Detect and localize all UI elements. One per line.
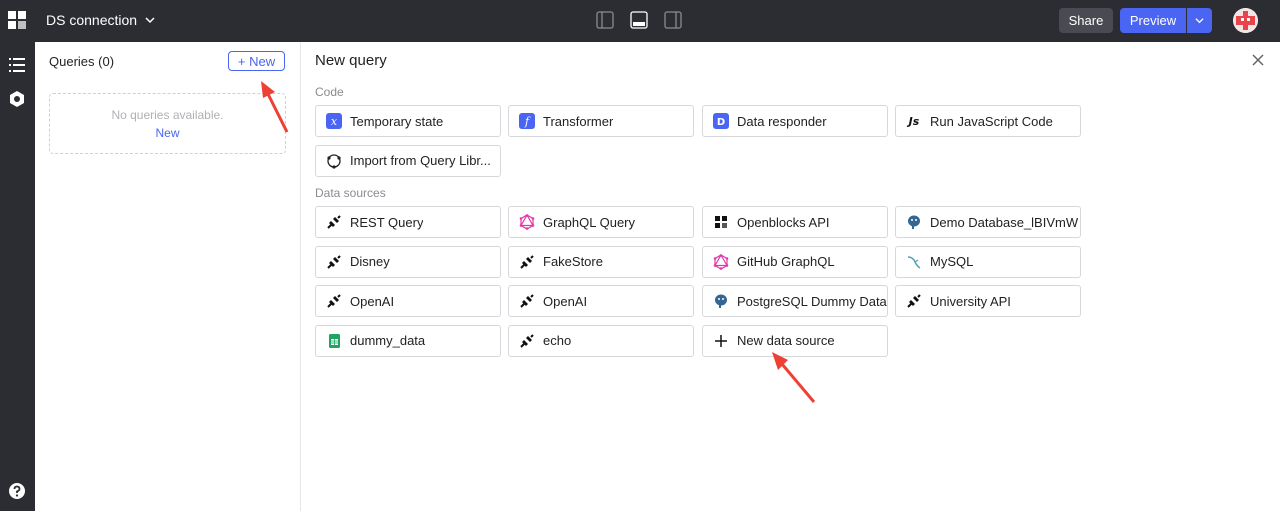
temporary-state-icon: x — [326, 113, 342, 129]
annotation-arrow — [772, 352, 816, 403]
plug-icon — [519, 293, 535, 309]
card-label: GraphQL Query — [543, 214, 636, 230]
graphql-icon — [519, 214, 535, 230]
card-rest-query[interactable]: REST Query — [315, 206, 501, 238]
plug-icon — [326, 254, 342, 270]
data-sources-section-title: Data sources — [315, 186, 386, 200]
card-openblocks-api[interactable]: Openblocks API — [702, 206, 888, 238]
list-icon[interactable] — [8, 56, 26, 74]
queries-title: Queries (0) — [49, 54, 115, 69]
layout-toggles — [596, 11, 682, 29]
empty-new-link[interactable]: New — [50, 126, 285, 140]
svg-text:x: x — [331, 115, 338, 128]
right-panel-icon[interactable] — [664, 11, 682, 29]
card-echo[interactable]: echo — [508, 324, 694, 357]
graphql-icon — [713, 253, 729, 270]
app-title[interactable]: DS connection — [46, 12, 155, 28]
card-label: echo — [543, 333, 572, 348]
new-query-button[interactable]: + New — [228, 51, 285, 71]
card-label: dummy_data — [350, 333, 426, 348]
card-openai[interactable]: OpenAI — [508, 285, 694, 317]
postgres-icon — [713, 293, 729, 309]
google-sheets-icon — [326, 333, 342, 349]
app-title-text: DS connection — [46, 12, 138, 28]
card-label: Disney — [350, 254, 390, 269]
card-transformer[interactable]: f Transformer — [508, 105, 694, 137]
plug-icon — [519, 254, 535, 270]
chevron-down-icon — [145, 17, 155, 24]
chevron-down-icon — [1195, 18, 1204, 24]
preview-dropdown-button[interactable] — [1187, 8, 1212, 33]
card-openai[interactable]: OpenAI — [315, 285, 501, 317]
card-label: FakeStore — [543, 254, 603, 269]
card-temporary-state[interactable]: x Temporary state — [315, 105, 501, 137]
card-label: PostgreSQL Dummy Data — [737, 293, 887, 309]
card-graphql-query[interactable]: GraphQL Query — [508, 206, 694, 238]
card-disney[interactable]: Disney — [315, 245, 501, 278]
plug-icon — [326, 293, 342, 309]
card-label: Run JavaScript Code — [930, 113, 1053, 129]
svg-text:Js: Js — [907, 115, 920, 128]
card-data-responder[interactable]: D Data responder — [702, 105, 888, 137]
card-label: Transformer — [543, 113, 614, 129]
javascript-icon: Js — [906, 113, 922, 129]
postgres-icon — [906, 214, 922, 230]
mysql-icon — [906, 254, 922, 270]
left-rail — [0, 42, 35, 511]
card-label: OpenAI — [543, 293, 588, 309]
preview-button[interactable]: Preview — [1120, 8, 1186, 33]
card-dummy-data[interactable]: dummy_data — [315, 324, 501, 357]
left-panel-icon[interactable] — [596, 11, 614, 29]
card-label: REST Query — [350, 214, 424, 230]
card-postgresql-dummy-data[interactable]: PostgreSQL Dummy Data — [702, 285, 888, 317]
avatar[interactable] — [1233, 8, 1258, 33]
empty-text: No queries available. — [111, 108, 224, 122]
help-icon[interactable] — [8, 482, 26, 500]
data-responder-icon: D — [713, 113, 729, 129]
query-library-icon — [326, 153, 342, 169]
card-label: MySQL — [930, 254, 974, 269]
settings-hexagon-icon[interactable] — [8, 90, 26, 108]
card-label: Openblocks API — [737, 214, 830, 230]
card-label: University API — [930, 293, 1011, 309]
annotation-arrow — [261, 81, 289, 133]
card-run-javascript-code[interactable]: Js Run JavaScript Code — [895, 105, 1081, 137]
page-title: New query — [315, 52, 387, 69]
card-import-from-query-libr[interactable]: Import from Query Libr... — [315, 144, 501, 177]
plus-icon — [713, 333, 729, 349]
svg-text:D: D — [717, 117, 725, 128]
bottom-panel-icon[interactable] — [630, 11, 648, 29]
app-logo-icon[interactable] — [8, 11, 26, 29]
card-fakestore[interactable]: FakeStore — [508, 245, 694, 278]
card-label: Data responder — [737, 113, 827, 129]
card-demo-database-lbivmw[interactable]: Demo Database_lBIVmW — [895, 206, 1081, 238]
plug-icon — [906, 293, 922, 309]
openblocks-icon — [713, 214, 729, 230]
code-section-title: Code — [315, 85, 344, 99]
card-label: GitHub GraphQL — [737, 254, 835, 269]
card-university-api[interactable]: University API — [895, 285, 1081, 317]
close-icon[interactable] — [1251, 53, 1265, 67]
top-bar: DS connection Share Preview — [0, 0, 1280, 42]
share-button[interactable]: Share — [1059, 8, 1113, 33]
card-mysql[interactable]: MySQL — [895, 245, 1081, 278]
plug-icon — [326, 214, 342, 230]
card-label: Import from Query Libr... — [350, 153, 491, 168]
card-label: Temporary state — [350, 113, 444, 129]
plug-icon — [519, 333, 535, 349]
transformer-icon: f — [519, 113, 535, 129]
card-label: Demo Database_lBIVmW — [930, 214, 1079, 230]
card-label: OpenAI — [350, 293, 395, 309]
queries-empty-state: No queries available. New — [49, 93, 286, 154]
card-github-graphql[interactable]: GitHub GraphQL — [702, 245, 888, 278]
